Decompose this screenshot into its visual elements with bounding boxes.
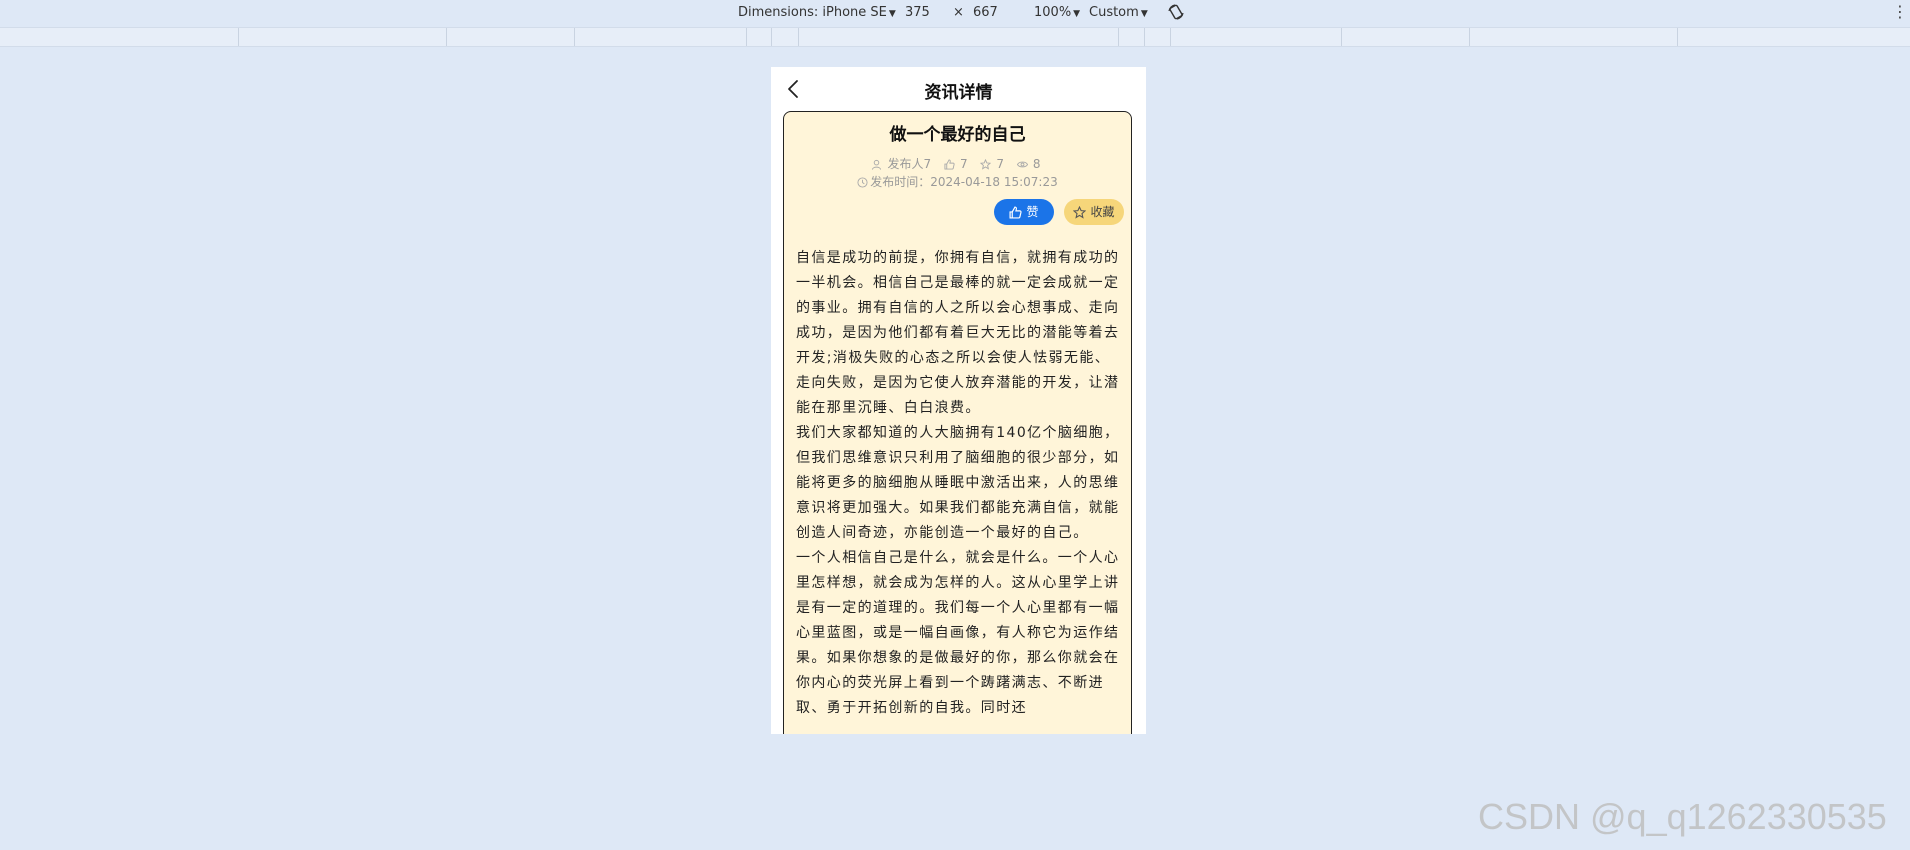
star-icon xyxy=(980,158,992,170)
thumbs-up-icon xyxy=(944,159,955,170)
publisher-info: 发布人7 xyxy=(871,157,937,171)
favorite-button[interactable]: 收藏 xyxy=(1064,199,1124,225)
content-paragraph: 自信是成功的前提，你拥有自信，就拥有成功的一半机会。相信自己是最棒的就一定会成就… xyxy=(796,250,1120,416)
like-count-info: 7 xyxy=(944,157,974,171)
favorite-count: 7 xyxy=(996,157,1005,171)
user-icon xyxy=(872,159,882,170)
content-paragraph: 我们大家都知道的人大脑拥有140亿个脑细胞，但我们思维意识只利用了脑细胞的很少部… xyxy=(796,425,1120,541)
star-icon xyxy=(1073,205,1087,219)
chevron-down-icon: ▼ xyxy=(1073,9,1081,19)
ruler-divider[interactable] xyxy=(1677,28,1678,46)
ruler-divider[interactable] xyxy=(238,28,239,46)
height-input[interactable]: 667 xyxy=(973,5,998,20)
ruler-divider[interactable] xyxy=(771,28,772,46)
rotate-icon[interactable] xyxy=(1166,2,1186,22)
thumbs-up-icon xyxy=(1009,206,1023,219)
article-card: 做一个最好的自己 发布人7 7 7 8 发布时间：2024-04-18 15:0… xyxy=(783,111,1132,734)
view-count: 8 xyxy=(1032,157,1041,171)
page-title: 资讯详情 xyxy=(924,83,993,103)
zoom-dropdown[interactable]: 100% ▼ xyxy=(1034,5,1080,20)
ruler-divider[interactable] xyxy=(746,28,747,46)
like-button-label: 赞 xyxy=(1026,205,1039,219)
chevron-down-icon: ▼ xyxy=(1140,9,1148,19)
clock-icon xyxy=(857,177,868,188)
throttle-label: Custom xyxy=(1089,5,1139,20)
device-viewport: 资讯详情 做一个最好的自己 发布人7 7 7 8 发布时间：2024-04-18… xyxy=(771,67,1146,734)
like-count: 7 xyxy=(959,157,968,171)
article-title: 做一个最好的自己 xyxy=(889,125,1026,145)
ruler-divider[interactable] xyxy=(574,28,575,46)
device-label: Dimensions: iPhone SE xyxy=(738,5,887,20)
zoom-label: 100% xyxy=(1034,5,1072,20)
publisher-name: 发布人7 xyxy=(887,157,932,171)
ruler-divider[interactable] xyxy=(1118,28,1119,46)
ruler-divider[interactable] xyxy=(798,28,799,46)
nav-bar: 资讯详情 xyxy=(771,67,1146,111)
media-query-bar xyxy=(0,27,1910,47)
publish-time: 发布时间：2024-04-18 15:07:23 xyxy=(784,173,1131,190)
ruler-divider[interactable] xyxy=(1469,28,1470,46)
ruler-divider[interactable] xyxy=(1341,28,1342,46)
chevron-down-icon: ▼ xyxy=(888,9,896,19)
width-input[interactable]: 375 xyxy=(905,5,930,20)
more-options-icon[interactable]: ⋮ xyxy=(1892,2,1908,21)
article-content: 自信是成功的前提，你拥有自信，就拥有成功的一半机会。相信自己是最棒的就一定会成就… xyxy=(796,246,1120,721)
ruler-divider[interactable] xyxy=(446,28,447,46)
like-button[interactable]: 赞 xyxy=(994,199,1054,225)
view-count-info: 8 xyxy=(1016,157,1044,171)
ruler-divider[interactable] xyxy=(1144,28,1145,46)
content-paragraph: 一个人相信自己是什么，就会是什么。一个人心里怎样想，就会成为怎样的人。这从心里学… xyxy=(796,550,1120,716)
dimension-separator: × xyxy=(953,5,964,20)
device-dropdown[interactable]: Dimensions: iPhone SE ▼ xyxy=(738,5,896,20)
article-meta: 发布人7 7 7 8 xyxy=(784,155,1131,172)
favorite-button-label: 收藏 xyxy=(1090,205,1115,219)
eye-icon xyxy=(1016,161,1028,168)
throttle-dropdown[interactable]: Custom ▼ xyxy=(1089,5,1148,20)
ruler-divider[interactable] xyxy=(1170,28,1171,46)
favorite-count-info: 7 xyxy=(980,157,1010,171)
publish-time-text: 发布时间：2024-04-18 15:07:23 xyxy=(870,175,1058,189)
devtools-toolbar: Dimensions: iPhone SE ▼ 375 × 667 100% ▼ C… xyxy=(0,0,1910,26)
watermark-text: CSDN @q_q1262330535 xyxy=(1478,796,1887,837)
